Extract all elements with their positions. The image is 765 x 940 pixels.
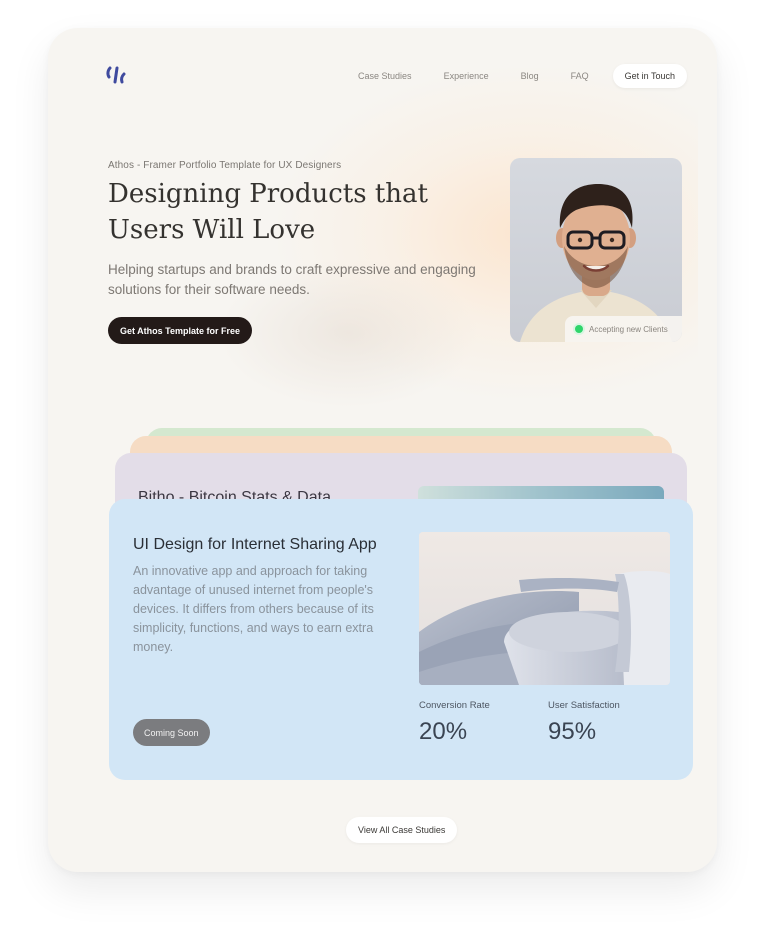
metric-label-satisfaction: User Satisfaction <box>548 700 620 711</box>
metric-value-satisfaction: 95% <box>548 718 597 745</box>
get-template-button[interactable]: Get Athos Template for Free <box>108 317 253 344</box>
nav-link-blog[interactable]: Blog <box>521 71 539 81</box>
athos-logo-icon[interactable] <box>106 65 128 85</box>
hero-subtext: Helping startups and brands to craft exp… <box>108 262 476 297</box>
hero-headline-line-1: Designing Products that <box>108 179 428 209</box>
portrait-illustration <box>520 184 672 342</box>
main-nav: Case Studies Experience Blog FAQ Get in … <box>326 64 687 88</box>
get-in-touch-button[interactable]: Get in Touch <box>612 64 687 88</box>
coming-soon-button[interactable]: Coming Soon <box>133 719 210 746</box>
profile-photo: Accepting new Clients <box>510 158 682 342</box>
status-dot-icon <box>575 325 583 333</box>
case-study-card-featured[interactable]: UI Design for Internet Sharing App An in… <box>109 499 693 780</box>
featured-card-title: UI Design for Internet Sharing App <box>133 536 377 553</box>
hero-headline: Designing Products that Users Will Love <box>108 176 448 248</box>
availability-label: Accepting new Clients <box>589 324 668 334</box>
featured-card-description: An innovative app and approach for takin… <box>133 564 374 654</box>
hero-eyebrow: Athos - Framer Portfolio Template for UX… <box>108 160 342 171</box>
view-all-case-studies-button[interactable]: View All Case Studies <box>346 817 458 843</box>
hero-headline-line-2: Users Will Love <box>108 215 316 245</box>
metric-label-conversion: Conversion Rate <box>419 700 490 711</box>
featured-card-image <box>419 532 670 685</box>
abstract-3d-shapes-illustration <box>419 532 670 685</box>
metric-value-conversion: 20% <box>419 718 468 745</box>
nav-link-faq[interactable]: FAQ <box>571 71 589 81</box>
nav-link-case-studies[interactable]: Case Studies <box>358 71 412 81</box>
availability-badge: Accepting new Clients <box>565 316 682 342</box>
page-frame: Case Studies Experience Blog FAQ Get in … <box>48 28 717 872</box>
nav-link-experience[interactable]: Experience <box>444 71 489 81</box>
